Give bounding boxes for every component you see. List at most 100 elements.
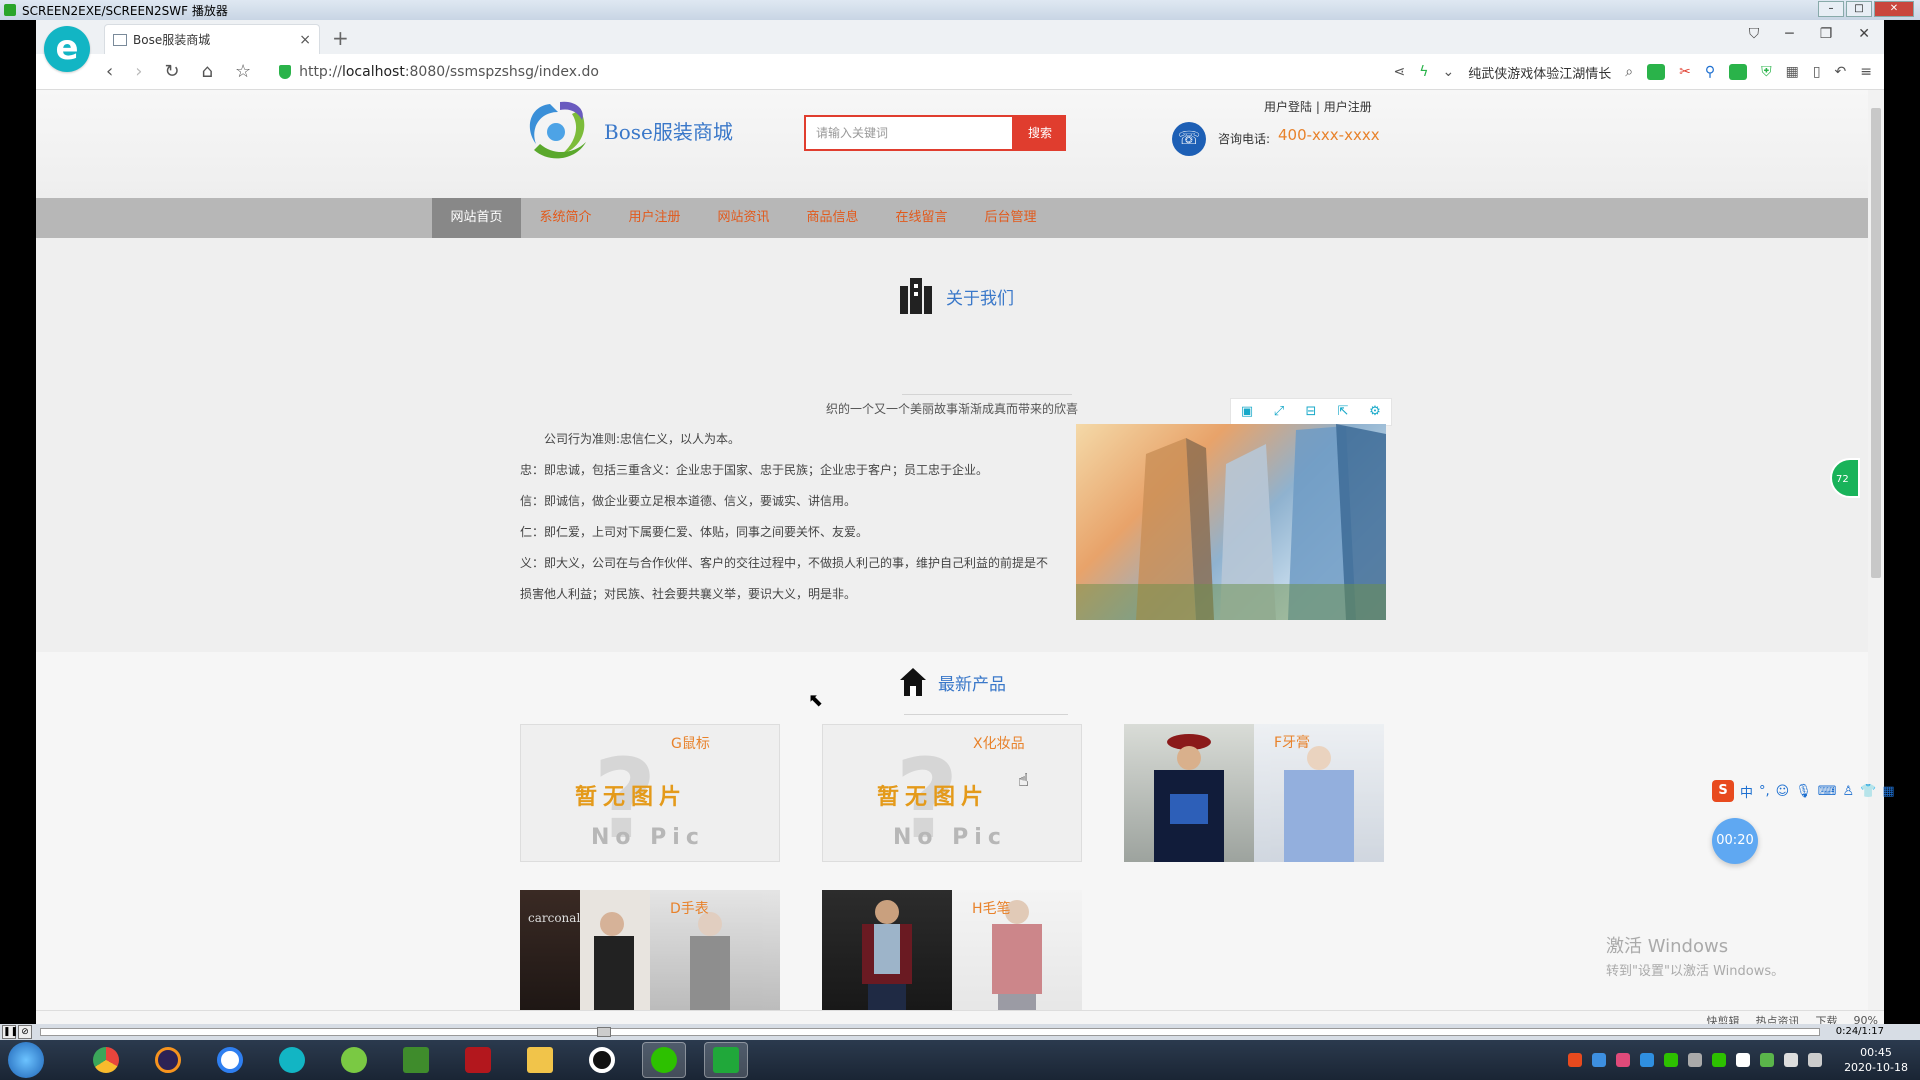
grid-icon[interactable]: ▦	[1882, 784, 1894, 799]
baidu-netdisk-icon[interactable]	[208, 1042, 252, 1078]
product-card[interactable]: carconal D手表	[520, 890, 780, 1010]
star-icon[interactable]: ☆	[235, 61, 251, 82]
tray-app-icon[interactable]	[1616, 1053, 1631, 1067]
browser-app-icon[interactable]	[270, 1042, 314, 1078]
share-out-icon[interactable]: ⇱	[1327, 399, 1359, 425]
shield-icon[interactable]: ⛨	[1761, 64, 1772, 80]
eclipse-icon[interactable]	[146, 1042, 190, 1078]
nav-item-home[interactable]: 网站首页	[432, 198, 521, 242]
settings-gear-icon[interactable]: ⚙	[1359, 399, 1391, 425]
search-input[interactable]: 请输入关键词	[804, 115, 1014, 151]
taskbar-clock[interactable]: 00:45 2020-10-18	[1844, 1045, 1908, 1075]
seek-bar[interactable]	[40, 1027, 1820, 1037]
menu-icon[interactable]: ≡	[1860, 64, 1872, 80]
undo-icon[interactable]: ↶	[1835, 64, 1847, 80]
scissors-icon[interactable]: ✂	[1679, 64, 1691, 80]
nav-item-intro[interactable]: 系统简介	[521, 198, 610, 238]
apps-grid-icon[interactable]: ▦	[1786, 64, 1799, 80]
share-icon[interactable]: ⋖	[1394, 64, 1406, 80]
browser-tab[interactable]: Bose服装商城 ×	[104, 24, 320, 54]
back-icon[interactable]: ‹	[106, 61, 113, 82]
wechat-icon[interactable]	[642, 1042, 686, 1078]
notepad-icon[interactable]	[394, 1042, 438, 1078]
recorder-icon[interactable]	[704, 1042, 748, 1078]
game-icon[interactable]	[1729, 64, 1748, 80]
dropdown-chevron-icon[interactable]: ⌄	[1442, 64, 1454, 80]
scrollbar-thumb[interactable]	[1871, 108, 1881, 578]
qq-icon[interactable]	[580, 1042, 624, 1078]
product-name[interactable]: D手表	[670, 898, 709, 918]
file-explorer-icon[interactable]	[518, 1042, 562, 1078]
skin-shirt-icon[interactable]: 👕	[1860, 784, 1876, 799]
site-logo-text[interactable]: Bose服装商城	[604, 116, 733, 145]
reader-icon[interactable]: ▯	[1813, 64, 1821, 80]
start-button-icon[interactable]	[8, 1042, 44, 1078]
maximize-button[interactable]: □	[1846, 1, 1872, 17]
seek-knob[interactable]	[597, 1027, 611, 1037]
product-card[interactable]: ? 暂无图片 No Pic G鼠标	[520, 724, 780, 862]
security-tray-icon[interactable]	[1640, 1053, 1655, 1067]
tray-app-icon[interactable]	[1712, 1053, 1727, 1067]
product-name[interactable]: F牙膏	[1274, 732, 1310, 752]
skin-icon[interactable]: ⛉	[1749, 26, 1760, 42]
flash-icon[interactable]: ϟ	[1419, 64, 1428, 80]
login-link[interactable]: 用户登陆	[1264, 100, 1312, 114]
product-card[interactable]: F牙膏	[1124, 724, 1384, 862]
search-button[interactable]: 搜索	[1014, 115, 1066, 151]
emoji-icon[interactable]: ☺	[1776, 784, 1790, 799]
volume-icon[interactable]	[1784, 1053, 1799, 1067]
nav-item-register[interactable]: 用户注册	[610, 198, 699, 238]
window-minimize-icon[interactable]: ─	[1785, 26, 1793, 42]
qq-tray-icon[interactable]	[1736, 1053, 1751, 1067]
tray-arrow-icon[interactable]	[1688, 1053, 1703, 1067]
url-field[interactable]: http://localhost:8080/ssmspzshsg/index.d…	[299, 64, 599, 80]
close-button[interactable]: ✕	[1874, 1, 1914, 17]
site-logo-icon[interactable]	[520, 98, 596, 164]
product-card[interactable]: ? 暂无图片 No Pic X化妆品	[822, 724, 1082, 862]
nav-item-news[interactable]: 网站资讯	[699, 198, 788, 238]
product-card[interactable]: H毛笔	[822, 890, 1082, 1010]
save-icon[interactable]: ⊟	[1295, 399, 1327, 425]
window-close-icon[interactable]: ✕	[1858, 26, 1870, 42]
leaf-app-icon[interactable]	[332, 1042, 376, 1078]
punctuation-icon[interactable]: °,	[1759, 784, 1770, 799]
expand-icon[interactable]: ⤢	[1263, 399, 1295, 425]
stop-icon[interactable]: ⊘	[18, 1025, 32, 1039]
keyboard-icon[interactable]: ⌨	[1818, 784, 1837, 799]
sogou-ime-icon[interactable]: S	[1712, 780, 1734, 802]
product-name[interactable]: G鼠标	[671, 733, 710, 753]
product-name[interactable]: X化妆品	[973, 733, 1025, 753]
nav-item-admin[interactable]: 后台管理	[966, 198, 1055, 238]
mic-icon[interactable]: 🎙	[1795, 784, 1812, 799]
product-name[interactable]: H毛笔	[972, 898, 1011, 918]
page-scrollbar[interactable]	[1868, 90, 1884, 1010]
minimize-button[interactable]: –	[1818, 1, 1844, 17]
magnifier-icon[interactable]: ⚲	[1705, 64, 1715, 80]
recording-timer[interactable]: 00:20	[1712, 818, 1758, 864]
new-tab-icon[interactable]: +	[332, 26, 349, 50]
pause-icon[interactable]: ❚❚	[2, 1025, 18, 1039]
nav-item-messages[interactable]: 在线留言	[877, 198, 966, 238]
battery-icon[interactable]	[1760, 1053, 1775, 1067]
register-link[interactable]: 用户注册	[1324, 100, 1372, 114]
tray-app-icon[interactable]	[1592, 1053, 1607, 1067]
user-icon[interactable]: ♙	[1843, 784, 1855, 799]
home-icon[interactable]: ⌂	[202, 61, 213, 82]
flash-player-icon[interactable]	[456, 1042, 500, 1078]
network-icon[interactable]	[1808, 1053, 1823, 1067]
chrome-icon[interactable]	[84, 1042, 128, 1078]
house-icon	[900, 668, 926, 696]
search-icon[interactable]: ⌕	[1625, 64, 1633, 80]
window-restore-icon[interactable]: ❐	[1820, 26, 1833, 42]
translate-icon[interactable]	[1647, 64, 1666, 80]
ime-tray-icon[interactable]	[1568, 1053, 1583, 1067]
bookmark-icon[interactable]: ▣	[1231, 399, 1263, 425]
refresh-icon[interactable]: ↻	[164, 61, 179, 82]
wechat-tray-icon[interactable]	[1664, 1053, 1679, 1067]
browser-logo-icon[interactable]: e	[44, 26, 90, 72]
forward-icon[interactable]: ›	[135, 61, 142, 82]
ime-mode[interactable]: 中	[1740, 782, 1753, 801]
tab-close-icon[interactable]: ×	[299, 32, 311, 48]
nav-item-products[interactable]: 商品信息	[788, 198, 877, 238]
search-hint[interactable]: 纯武侠游戏体验江湖情长	[1468, 63, 1611, 82]
